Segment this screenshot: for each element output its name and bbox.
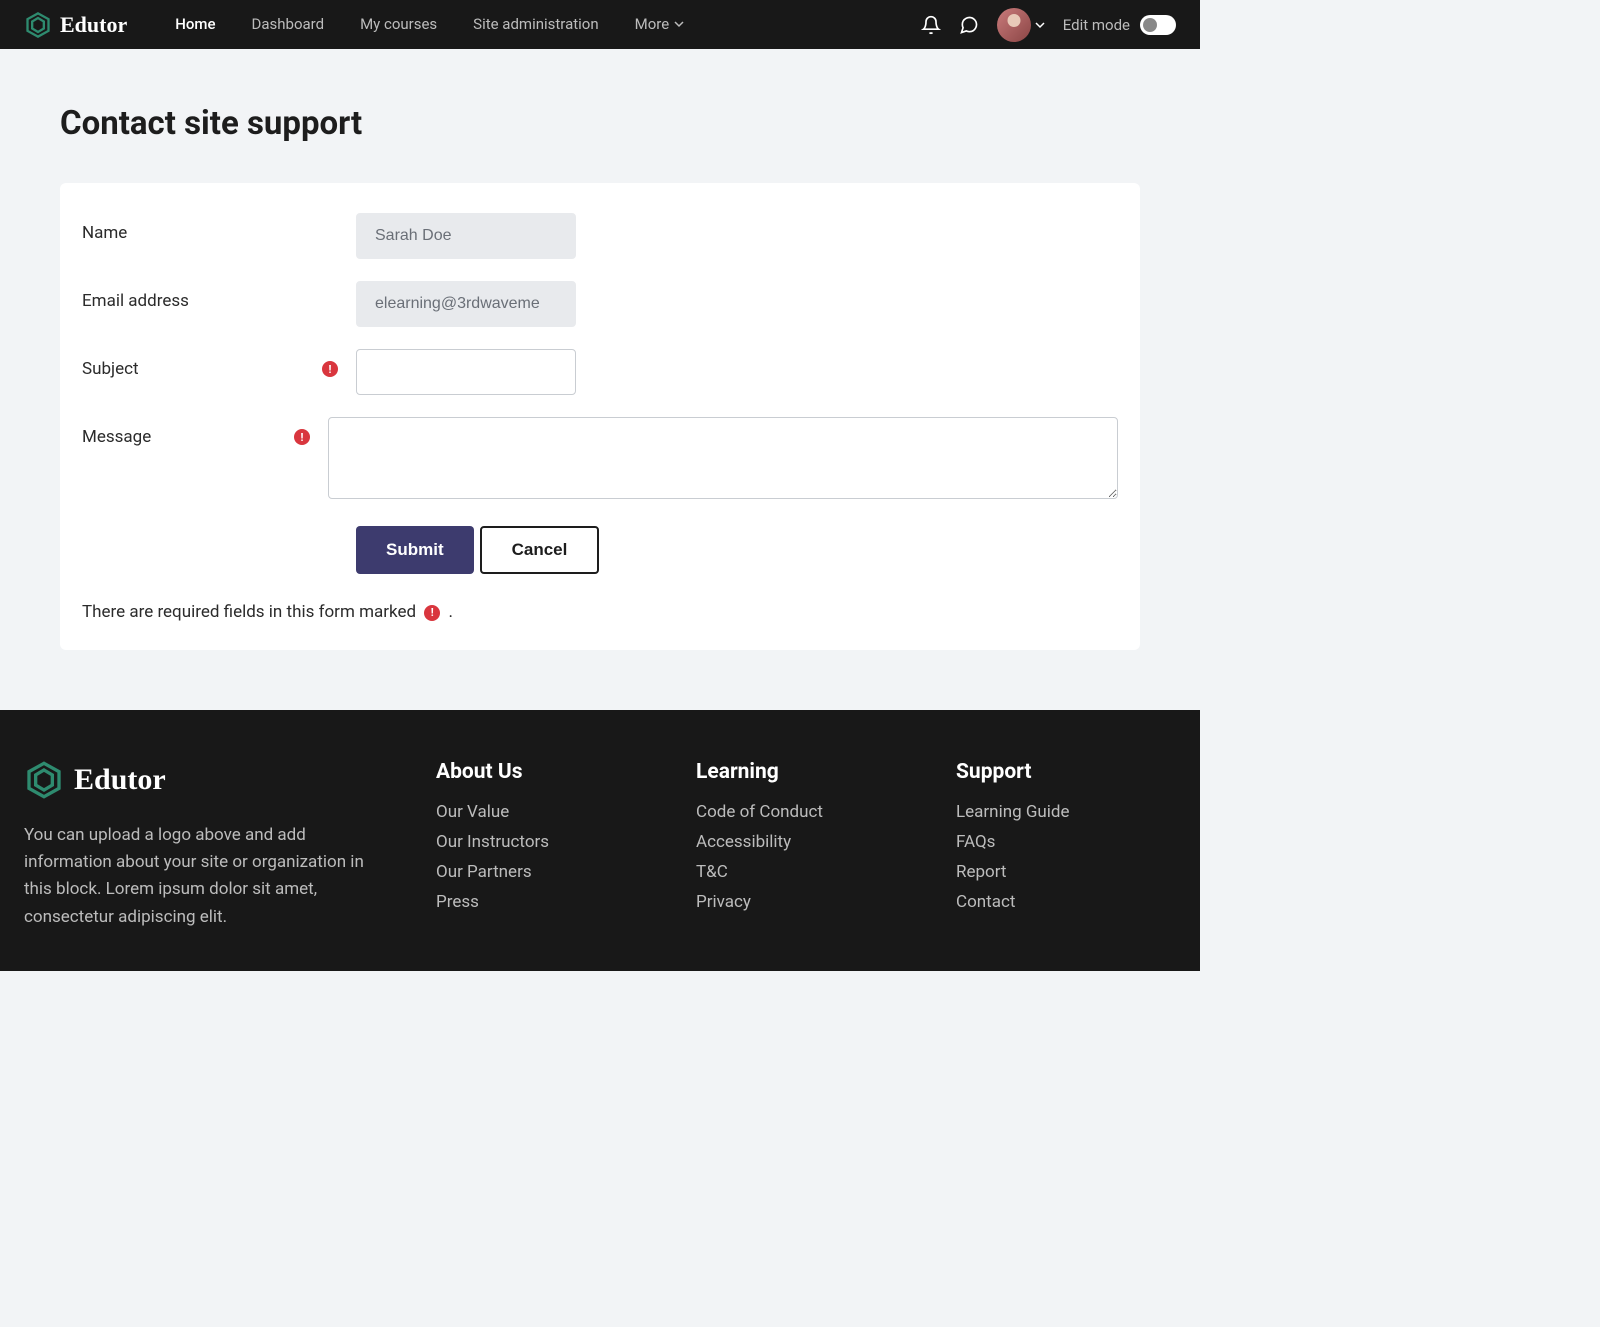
subject-field[interactable]	[356, 349, 576, 395]
footer-link[interactable]: Privacy	[696, 892, 916, 912]
footer-brand[interactable]: Edutor	[24, 760, 396, 800]
user-menu[interactable]	[997, 8, 1045, 42]
name-field	[356, 213, 576, 259]
form-actions: Submit Cancel	[356, 526, 1118, 574]
footer-heading: Support	[956, 760, 1176, 784]
navbar: Edutor Home Dashboard My courses Site ad…	[0, 0, 1200, 49]
footer-link[interactable]: Our Partners	[436, 862, 656, 882]
required-note-prefix: There are required fields in this form m…	[82, 602, 416, 622]
footer-heading: About Us	[436, 760, 656, 784]
form-row-name: Name	[82, 213, 1118, 259]
required-icon: !	[294, 429, 310, 445]
nav-links: Home Dashboard My courses Site administr…	[157, 0, 702, 49]
nav-item-label: Dashboard	[252, 0, 325, 49]
chevron-down-icon	[674, 0, 684, 49]
required-note-suffix: .	[448, 602, 452, 622]
page-title: Contact site support	[60, 104, 1140, 143]
nav-item-label: Site administration	[473, 0, 598, 49]
message-label: Message	[82, 427, 294, 447]
form-label-col: Email address	[82, 281, 356, 311]
nav-item-label: More	[635, 0, 670, 49]
page-container: Contact site support Name Email address …	[0, 49, 1200, 710]
nav-item-label: My courses	[360, 0, 437, 49]
edit-mode-toggle[interactable]	[1140, 15, 1176, 35]
chevron-down-icon	[1035, 15, 1045, 35]
nav-right: Edit mode	[921, 8, 1176, 42]
form-input-col	[356, 349, 1118, 395]
brand[interactable]: Edutor	[24, 11, 127, 39]
footer-link[interactable]: Press	[436, 892, 656, 912]
brand-logo-icon	[24, 760, 64, 800]
required-note: There are required fields in this form m…	[82, 602, 1118, 622]
footer-link[interactable]: Report	[956, 862, 1176, 882]
form-label-col: Message !	[82, 417, 328, 447]
nav-item-site-administration[interactable]: Site administration	[455, 0, 616, 49]
subject-label: Subject	[82, 359, 322, 379]
form-input-col	[328, 417, 1118, 504]
form-row-subject: Subject !	[82, 349, 1118, 395]
footer-link[interactable]: Learning Guide	[956, 802, 1176, 822]
form-input-col	[356, 213, 1118, 259]
footer-col-support: Support Learning Guide FAQs Report Conta…	[956, 760, 1176, 931]
email-label: Email address	[82, 291, 356, 311]
footer-description: You can upload a logo above and add info…	[24, 822, 384, 931]
required-icon: !	[322, 361, 338, 377]
required-icon: !	[424, 605, 440, 621]
form-label-col: Subject !	[82, 349, 356, 379]
footer-col-about: About Us Our Value Our Instructors Our P…	[436, 760, 656, 931]
form-row-message: Message !	[82, 417, 1118, 504]
email-field	[356, 281, 576, 327]
footer-inner: Edutor You can upload a logo above and a…	[24, 760, 1176, 931]
footer-link[interactable]: Our Value	[436, 802, 656, 822]
brand-name: Edutor	[60, 12, 127, 38]
name-label: Name	[82, 223, 356, 243]
edit-mode-control: Edit mode	[1063, 15, 1176, 35]
footer-link[interactable]: FAQs	[956, 832, 1176, 852]
footer-link[interactable]: Our Instructors	[436, 832, 656, 852]
footer-link[interactable]: Accessibility	[696, 832, 916, 852]
nav-item-more[interactable]: More	[617, 0, 703, 49]
bell-icon[interactable]	[921, 15, 941, 35]
footer-link[interactable]: T&C	[696, 862, 916, 882]
nav-item-my-courses[interactable]: My courses	[342, 0, 455, 49]
footer-link[interactable]: Code of Conduct	[696, 802, 916, 822]
edit-mode-label: Edit mode	[1063, 16, 1130, 34]
footer-col-learning: Learning Code of Conduct Accessibility T…	[696, 760, 916, 931]
footer: Edutor You can upload a logo above and a…	[0, 710, 1200, 971]
message-field[interactable]	[328, 417, 1118, 499]
submit-button[interactable]: Submit	[356, 526, 474, 574]
nav-item-home[interactable]: Home	[157, 0, 233, 49]
chat-icon[interactable]	[959, 15, 979, 35]
footer-brand-column: Edutor You can upload a logo above and a…	[24, 760, 396, 931]
brand-logo-icon	[24, 11, 52, 39]
form-row-email: Email address	[82, 281, 1118, 327]
cancel-button[interactable]: Cancel	[480, 526, 600, 574]
form-input-col	[356, 281, 1118, 327]
form-card: Name Email address Subject !	[60, 183, 1140, 650]
footer-link[interactable]: Contact	[956, 892, 1176, 912]
avatar	[997, 8, 1031, 42]
form-label-col: Name	[82, 213, 356, 243]
footer-heading: Learning	[696, 760, 916, 784]
footer-brand-name: Edutor	[74, 763, 166, 797]
nav-item-dashboard[interactable]: Dashboard	[234, 0, 343, 49]
nav-item-label: Home	[175, 0, 215, 49]
